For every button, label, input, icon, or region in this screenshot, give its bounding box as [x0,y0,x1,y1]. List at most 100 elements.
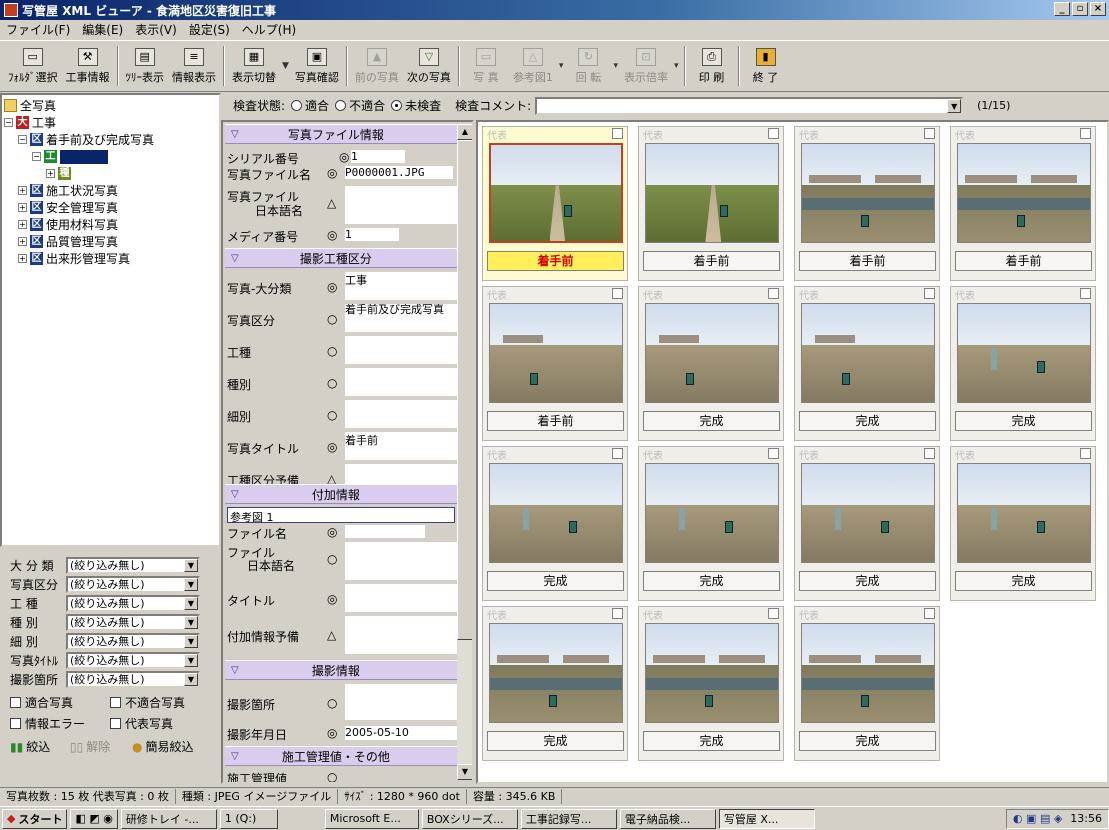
card-checkbox[interactable] [612,128,623,139]
chevron-down-icon[interactable]: ▼ [184,653,198,667]
filter-select[interactable]: (絞り込み無し) ▼ [66,670,200,688]
title-value[interactable]: 着手前 [345,432,457,460]
rotate-dropdown-icon[interactable]: ▾ [613,61,618,71]
photo-card[interactable]: 代表 完成 [794,286,940,441]
ok-photo-checkbox[interactable]: 適合写真 [10,694,73,711]
media-value[interactable]: 1 [345,228,399,241]
menu-edit[interactable]: 編集(E) [82,21,123,38]
filter-select[interactable]: (絞り込み無し) ▼ [66,632,200,650]
radio-ng[interactable] [335,100,347,111]
scroll-down-icon[interactable]: ▼ [457,764,472,780]
section-work-category[interactable]: ▽ 撮影工種区分 [225,248,457,268]
narrow-button[interactable]: ▮▮ 絞込 [10,738,50,755]
card-checkbox[interactable] [612,288,623,299]
simple-filter-button[interactable]: ● 簡易絞込 [132,738,194,755]
card-checkbox[interactable] [768,128,779,139]
section-shooting-info[interactable]: ▽ 撮影情報 [225,660,457,680]
expand-icon[interactable]: + [18,203,27,212]
card-checkbox[interactable] [924,128,935,139]
tray-icons[interactable]: ◐ ▣ ▤ ◈ [1013,812,1062,825]
expand-icon[interactable]: + [18,254,27,263]
card-checkbox[interactable] [612,608,623,619]
photo-card[interactable]: 代表 着手前 [482,286,628,441]
photo-card[interactable]: 代表 完成 [950,446,1096,601]
reference-dropdown-icon[interactable]: ▾ [559,61,564,71]
chevron-down-icon[interactable]: ▼ [184,634,198,648]
next-photo-button[interactable]: ▽ 次の写真 [403,42,455,90]
display-switch-button[interactable]: ▦ 表示切替 [228,42,280,90]
expand-icon[interactable]: + [18,186,27,195]
card-checkbox[interactable] [768,288,779,299]
tree-item-safety[interactable]: + 区 安全管理写真 [18,199,118,216]
start-button[interactable]: ◆ スタート [2,808,68,829]
detail-scrollbar[interactable]: ▲ ▼ [457,124,472,780]
info-view-button[interactable]: ≡ 情報表示 [168,42,220,90]
chevron-down-icon[interactable]: ▼ [184,672,198,686]
card-checkbox[interactable] [612,448,623,459]
photo-card[interactable]: 代表 着手前 [794,126,940,281]
prev-photo-button[interactable]: ▲ 前の写真 [351,42,403,90]
taskbar-app[interactable]: BOXシリーズ... [421,808,518,829]
date-value[interactable]: 2005-05-10 [345,726,457,740]
photo-card[interactable]: 代表 完成 [950,286,1096,441]
card-checkbox[interactable] [924,608,935,619]
ref-jpname-value[interactable] [345,542,457,580]
rotate-button[interactable]: ↻ 回 転 [565,42,611,90]
expand-icon[interactable]: + [18,237,27,246]
photo-thumbnail[interactable] [645,303,779,403]
section-file-info[interactable]: ▽ 写真ファイル情報 [225,124,457,144]
photo-thumbnail[interactable] [801,463,935,563]
comment-combo[interactable]: ▼ [535,96,964,115]
menu-view[interactable]: 表示(V) [135,21,177,38]
card-checkbox[interactable] [924,288,935,299]
close-button[interactable]: × [1090,2,1106,16]
photo-card[interactable]: 代表 着手前 [638,126,784,281]
shubetsu-value[interactable] [345,368,457,396]
tree-item-materials[interactable]: + 区 使用材料写真 [18,216,118,233]
taskbar-app[interactable]: 電子納品検... [619,808,716,829]
place-value[interactable] [345,684,457,720]
zoom-button[interactable]: ⊡ 表示倍率 [620,42,672,90]
radio-ok[interactable] [291,100,303,111]
filter-select[interactable]: (絞り込み無し) ▼ [66,575,200,593]
collapse-icon[interactable]: − [18,135,27,144]
display-switch-dropdown-icon[interactable]: ▼ [282,61,289,71]
project-info-button[interactable]: ⚒ 工事情報 [62,42,114,90]
print-button[interactable]: ⎙ 印 刷 [689,42,735,90]
serial-value[interactable]: 1 [351,150,405,163]
folder-select-button[interactable]: ▭ ﾌｫﾙﾀﾞ選択 [4,42,62,90]
menu-file[interactable]: ファイル(F) [6,21,70,38]
card-checkbox[interactable] [1080,448,1091,459]
expand-icon[interactable]: + [18,220,27,229]
tree-item-output[interactable]: + 区 出来形管理写真 [18,250,130,267]
exit-button[interactable]: ▮ 終 了 [743,42,789,90]
photo-card[interactable]: 代表 着手前 [950,126,1096,281]
section-additional-info[interactable]: ▽ 付加情報 [225,484,457,504]
chevron-down-icon[interactable]: ▼ [947,98,962,113]
expand-icon[interactable]: + [46,169,55,178]
tree-item-subsub[interactable]: + 種 [46,165,74,182]
collapse-icon[interactable]: − [32,152,41,161]
tree-item-root[interactable]: 全写真 [4,97,56,114]
photo-card[interactable]: 代表 完成 [482,446,628,601]
tree-item-section1-sub[interactable]: − 工 [32,148,108,165]
photo-card[interactable]: 代表 完成 [794,446,940,601]
taskbar-app-active[interactable]: 写管屋 X... [718,808,815,829]
chevron-down-icon[interactable]: ▼ [184,577,198,591]
photo-thumbnail[interactable] [489,623,623,723]
ref-filename-value[interactable] [345,525,425,538]
photo-thumbnail[interactable] [645,623,779,723]
selected-item-highlight[interactable] [60,149,108,164]
collapse-icon[interactable]: − [4,118,13,127]
maximize-button[interactable]: ▫ [1072,2,1088,16]
chevron-down-icon[interactable]: ▼ [184,596,198,610]
photo-card[interactable]: 代表 着手前 [482,126,628,281]
koshu-value[interactable] [345,336,457,364]
tree-view-button[interactable]: ▤ ﾂﾘｰ表示 [122,42,169,90]
taskbar-app[interactable]: 研修トレイ -... [120,808,217,829]
tree-item-quality[interactable]: + 区 品質管理写真 [18,233,118,250]
menu-help[interactable]: ヘルプ(H) [242,21,296,38]
photo-thumbnail[interactable] [801,623,935,723]
photo-thumbnail[interactable] [489,463,623,563]
minimize-button[interactable]: _ [1054,2,1070,16]
